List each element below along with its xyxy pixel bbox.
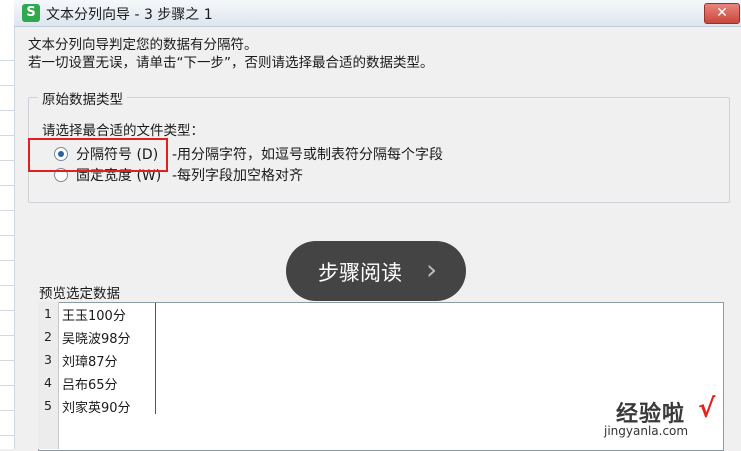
- original-data-type-title: 原始数据类型: [38, 88, 127, 108]
- row-number: 1: [44, 306, 52, 321]
- row-number: 2: [44, 329, 52, 344]
- fixed-width-description: -每列字段加空格对齐: [172, 168, 304, 184]
- preview-row-text: 吴晓波98分: [62, 332, 131, 347]
- preview-row-text: 吕布65分: [62, 378, 118, 393]
- site-watermark: 经验啦 √ jingyanla.com: [604, 394, 730, 440]
- delimited-description: -用分隔字符，如逗号或制表符分隔每个字段: [172, 147, 444, 163]
- dialog-title: 文本分列向导 - 3 步骤之 1: [46, 7, 213, 23]
- intro-text: 文本分列向导判定您的数据有分隔符。 若一切设置无误，请单击“下一步”，否则请选择…: [28, 36, 434, 72]
- annotation-highlight-box: [28, 138, 168, 172]
- app-logo-icon: S: [22, 4, 40, 22]
- step-reading-button[interactable]: 步骤阅读 ›: [286, 241, 466, 301]
- checkmark-icon: √: [698, 394, 716, 424]
- intro-line-2: 若一切设置无误，请单击“下一步”，否则请选择最合适的数据类型。: [28, 55, 434, 71]
- preview-row-text: 王玉100分: [62, 309, 126, 324]
- row-number: 4: [44, 375, 52, 390]
- step-reading-label: 步骤阅读: [318, 261, 402, 285]
- preview-title: 预览选定数据: [36, 282, 123, 302]
- row-number: 5: [44, 398, 52, 413]
- chevron-right-icon: ›: [426, 253, 438, 286]
- dialog-titlebar: S 文本分列向导 - 3 步骤之 1 ✕: [14, 0, 741, 27]
- intro-line-1: 文本分列向导判定您的数据有分隔符。: [28, 37, 258, 53]
- close-button[interactable]: ✕: [704, 3, 740, 24]
- preview-row-text: 刘璋87分: [62, 355, 118, 370]
- row-number: 3: [44, 352, 52, 367]
- preview-row-text: 刘家英90分: [62, 401, 131, 416]
- background-sheet-edge: [0, 0, 15, 449]
- column-break-line[interactable]: [155, 303, 156, 414]
- watermark-url: jingyanla.com: [604, 424, 689, 438]
- file-type-prompt: 请选择最合适的文件类型：: [42, 123, 204, 139]
